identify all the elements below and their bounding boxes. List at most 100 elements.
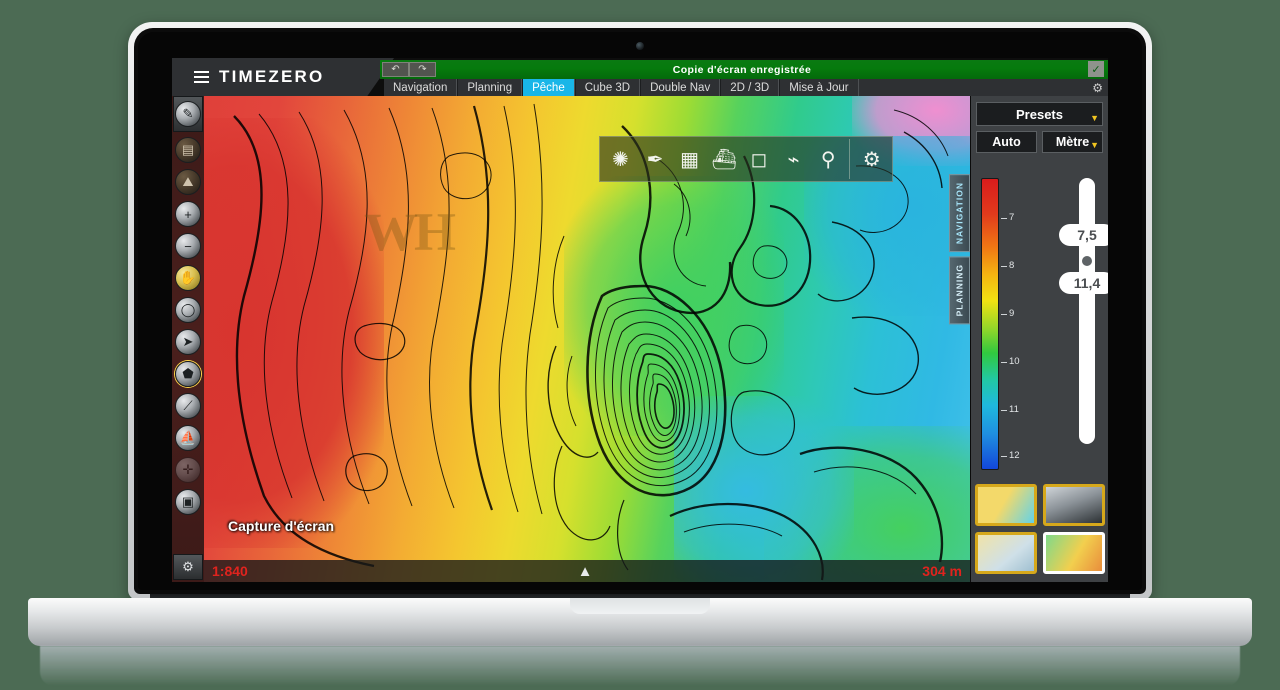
- pen-print-icon[interactable]: ✒: [639, 139, 672, 179]
- pan-hand-icon: ✋: [175, 265, 201, 291]
- toolbar-item-zoom-in[interactable]: +: [173, 198, 203, 230]
- unit-dropdown[interactable]: Mètre ▼: [1042, 131, 1103, 153]
- thumb-contour-chart[interactable]: [975, 532, 1037, 574]
- left-toolbar: ✎ ▤ ⛰ + − ✋ ◯ ➤ ⬟ ⟋ ⛵ ✛ ▣ ⚙: [172, 96, 204, 582]
- cursor-arrow-icon: ➤: [175, 329, 201, 355]
- colorbar-tick: [1001, 266, 1007, 267]
- depth-colorbar: [981, 178, 999, 470]
- toolbar-item-measure[interactable]: ⟋: [173, 390, 203, 422]
- map-canvas[interactable]: WH ✺ ✒ ▦ ⛴ ◻ ⌁ ⚲ ⚙ NAVIGATION PLANNING C…: [204, 96, 970, 582]
- tab-mise-a-jour[interactable]: Mise à Jour: [779, 79, 859, 96]
- toolbar-item-target[interactable]: ◯: [173, 294, 203, 326]
- terrain-icon: ⛰: [175, 169, 201, 195]
- check-icon[interactable]: ✓: [1088, 61, 1104, 77]
- tab-cube-3d[interactable]: Cube 3D: [574, 79, 641, 96]
- map-watermark: WH: [364, 202, 456, 262]
- main-tabbar: Navigation Planning Pêche Cube 3D Double…: [384, 79, 1108, 96]
- tab-navigation[interactable]: Navigation: [384, 79, 458, 96]
- map-type-thumbnails: [975, 484, 1105, 574]
- hamburger-icon[interactable]: [194, 71, 209, 83]
- tab-double-nav[interactable]: Double Nav: [640, 79, 721, 96]
- toolbar-item-route[interactable]: ⛵: [173, 422, 203, 454]
- notification-message: Copie d'écran enregistrée: [672, 63, 812, 76]
- colorbar-tick: [1001, 410, 1007, 411]
- chevron-down-icon-unit: ▼: [1090, 140, 1099, 150]
- waypoints-route-icon[interactable]: ⚲: [812, 139, 845, 179]
- slider-upper-handle[interactable]: 7,5: [1059, 224, 1108, 246]
- colorbar-label-8: 8: [1009, 260, 1015, 271]
- zoom-in-icon: +: [175, 201, 201, 227]
- toolbar-item-pen-eraser[interactable]: ✎: [173, 96, 203, 132]
- toolbar-item-crosshair[interactable]: ✛: [173, 454, 203, 486]
- slider-center-knob[interactable]: [1082, 256, 1092, 266]
- toolbar-item-terrain[interactable]: ⛰: [173, 166, 203, 198]
- toolbar-item-pan[interactable]: ✋: [173, 262, 203, 294]
- toolbar-item-cursor[interactable]: ➤: [173, 326, 203, 358]
- notification-bar: ↶ ↷ Copie d'écran enregistrée ✓: [380, 60, 1108, 79]
- colorbar-label-12: 12: [1009, 450, 1020, 461]
- gears-icon[interactable]: ⚙: [1087, 79, 1108, 96]
- toolbar-item-shape-select[interactable]: ⬟: [173, 358, 203, 390]
- crosshair-icon: ✛: [175, 457, 201, 483]
- laptop-base-notch: [570, 598, 710, 614]
- toolbar-settings-button[interactable]: ⚙: [173, 554, 203, 580]
- chart-map-icon[interactable]: ▦: [673, 139, 706, 179]
- zoom-out-icon: −: [175, 233, 201, 259]
- presets-label: Presets: [1016, 106, 1063, 122]
- tab-planning[interactable]: Planning: [457, 79, 523, 96]
- north-arrow-icon: ▲: [577, 562, 593, 580]
- colorbar-label-10: 10: [1009, 356, 1020, 367]
- toolbar-item-layers[interactable]: ▤: [173, 134, 203, 166]
- colorbar-label-7: 7: [1009, 212, 1015, 223]
- auto-button[interactable]: Auto: [976, 131, 1037, 153]
- brand-area[interactable]: TIMEZERO: [172, 58, 394, 96]
- panel-button-row: Auto Mètre ▼: [976, 131, 1103, 153]
- chevron-down-icon: ▼: [1090, 113, 1099, 123]
- depth-range-slider[interactable]: 7,5 11,4: [1059, 178, 1108, 444]
- colorbar-label-9: 9: [1009, 308, 1015, 319]
- side-tab-navigation[interactable]: NAVIGATION: [949, 174, 970, 253]
- screenshot-camera-icon: ▣: [175, 489, 201, 515]
- app-brand-label: TIMEZERO: [219, 67, 325, 86]
- depth-colorbar-group: 7 8 9 10 11 12: [981, 178, 1037, 478]
- area-timer-icon[interactable]: ◻: [743, 139, 776, 179]
- application-screen: TIMEZERO ↶ ↷ Copie d'écran enregistrée ✓…: [172, 58, 1108, 582]
- layers-icon: ▤: [175, 137, 201, 163]
- colorbar-tick: [1001, 218, 1007, 219]
- thumb-bathy-chart[interactable]: [1043, 532, 1105, 574]
- pen-eraser-icon: ✎: [175, 101, 201, 127]
- scale-distance-label: 304 m: [922, 563, 962, 579]
- measure-ruler-icon: ⟋: [175, 393, 201, 419]
- tab-2d-3d[interactable]: 2D / 3D: [720, 79, 780, 96]
- colorbar-tick: [1001, 362, 1007, 363]
- toolbar-item-zoom-out[interactable]: −: [173, 230, 203, 262]
- tab-peche[interactable]: Pêche: [522, 79, 575, 96]
- shape-select-icon: ⬟: [175, 361, 201, 387]
- presets-dropdown[interactable]: Presets ▼: [976, 102, 1103, 126]
- undo-icon[interactable]: ↶: [382, 62, 409, 77]
- undo-redo-group[interactable]: ↶ ↷: [382, 62, 436, 77]
- slider-lower-handle[interactable]: 11,4: [1059, 272, 1108, 294]
- side-tab-planning[interactable]: PLANNING: [949, 256, 970, 325]
- colorbar-tick: [1001, 456, 1007, 457]
- right-panel: Presets ▼ Auto Mètre ▼ 7 8 9 10 11 12 7,…: [970, 96, 1108, 582]
- redo-icon[interactable]: ↷: [409, 62, 436, 77]
- titlebar: TIMEZERO ↶ ↷ Copie d'écran enregistrée ✓…: [172, 58, 1108, 96]
- scale-ratio-label: 1:840: [212, 563, 248, 579]
- gear-lock-icon: ⚙: [182, 559, 194, 574]
- toolbar-divider: [849, 139, 851, 179]
- map-scalebar: 1:840 ▲ 304 m: [204, 560, 970, 582]
- thumb-satellite-relief[interactable]: [1043, 484, 1105, 526]
- unit-label: Mètre: [1055, 135, 1090, 149]
- settings-gears-icon[interactable]: ⚙: [855, 139, 888, 179]
- capture-tooltip: Capture d'écran: [228, 518, 335, 534]
- boat-track-icon[interactable]: ⌁: [777, 139, 810, 179]
- route-boat-icon: ⛵: [175, 425, 201, 451]
- colorbar-tick: [1001, 314, 1007, 315]
- laptop-reflection: [40, 646, 1240, 686]
- sonar-echo-icon[interactable]: ⛴: [708, 139, 741, 179]
- compass-rose-icon[interactable]: ✺: [604, 139, 637, 179]
- toolbar-item-screenshot[interactable]: ▣: [173, 486, 203, 518]
- target-circle-icon: ◯: [175, 297, 201, 323]
- thumb-vector-chart[interactable]: [975, 484, 1037, 526]
